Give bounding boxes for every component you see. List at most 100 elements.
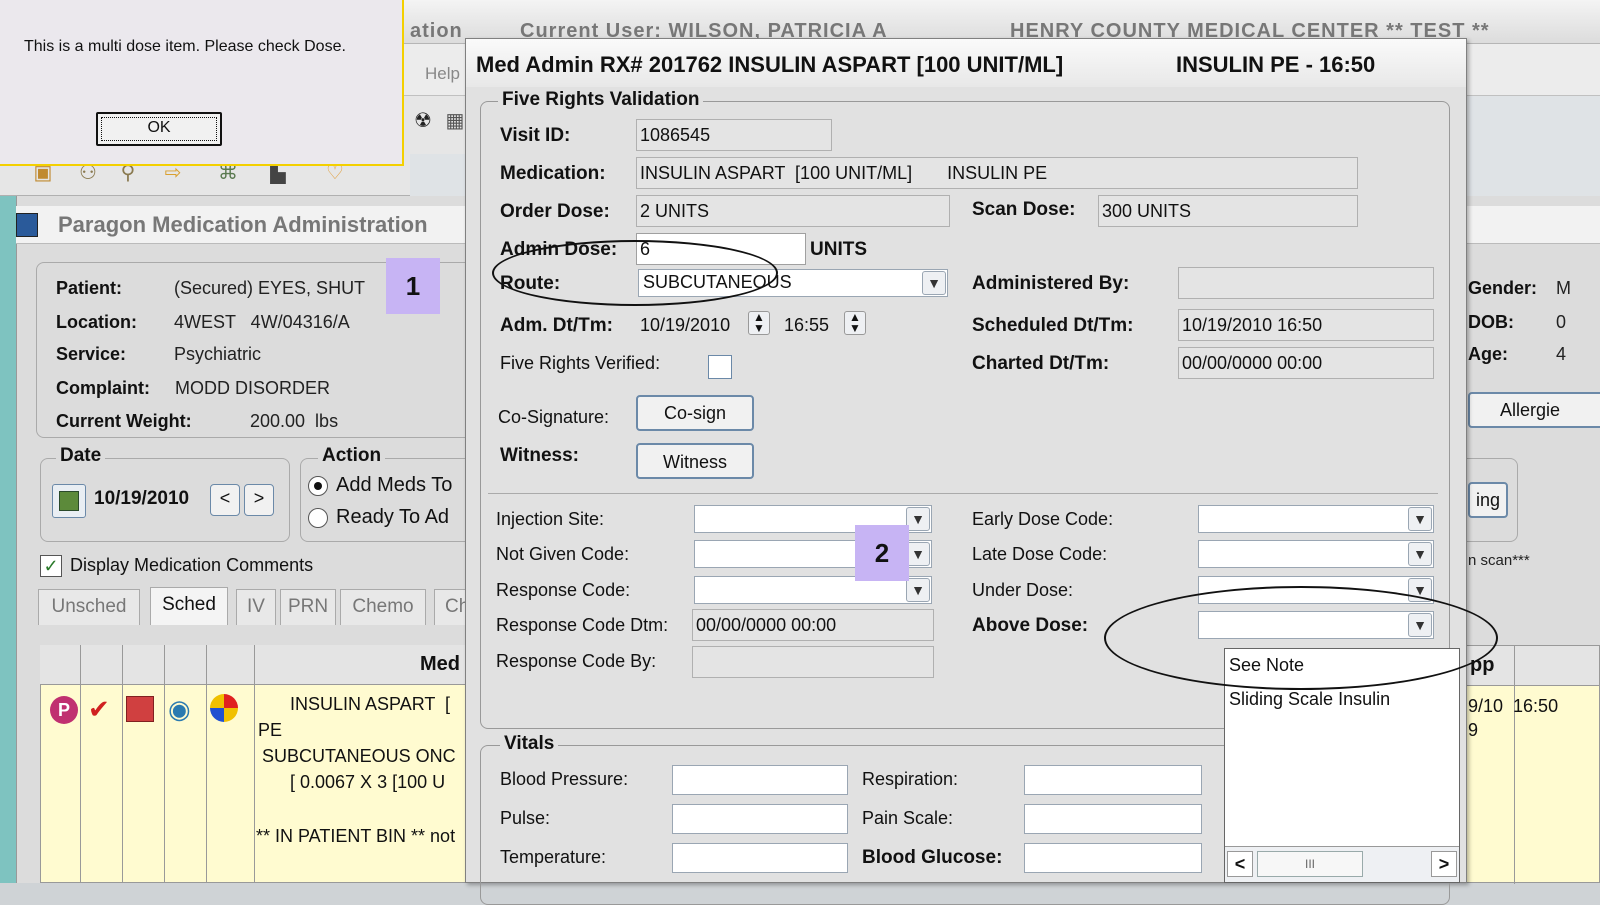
scroll-thumb[interactable]: III bbox=[1257, 851, 1363, 877]
display-comments-label: Display Medication Comments bbox=[70, 555, 314, 575]
tab-iv[interactable]: IV bbox=[236, 589, 276, 625]
pain-scale-label: Pain Scale: bbox=[862, 808, 954, 828]
scan-dose-field: 300 UNITS bbox=[1098, 195, 1358, 227]
temperature-label: Temperature: bbox=[500, 847, 607, 867]
tab-sched[interactable]: Sched bbox=[150, 587, 228, 625]
action-group-title: Action bbox=[318, 445, 386, 467]
grid-col-divider bbox=[80, 645, 81, 883]
chevron-down-icon[interactable]: ▼ bbox=[906, 507, 930, 531]
weight-value: 200.00 lbs bbox=[250, 411, 339, 431]
pill-icon[interactable] bbox=[210, 694, 238, 722]
weight-label: Current Weight: bbox=[56, 411, 192, 431]
prev-date-button[interactable]: < bbox=[210, 484, 240, 516]
scan-dose-label: Scan Dose: bbox=[972, 199, 1076, 220]
date-group-title: Date bbox=[56, 445, 106, 467]
early-dose-code-label: Early Dose Code: bbox=[972, 509, 1114, 529]
pain-scale-input[interactable] bbox=[1024, 804, 1202, 834]
visit-id-field: 1086545 bbox=[636, 119, 832, 151]
age-label: Age: bbox=[1468, 344, 1508, 364]
scroll-left-icon[interactable]: < bbox=[1227, 851, 1253, 877]
location-value: 4WEST 4W/04316/A bbox=[174, 312, 350, 332]
p-icon[interactable]: P bbox=[50, 696, 78, 724]
scroll-right-icon[interactable]: > bbox=[1431, 851, 1457, 877]
witness-label: Witness: bbox=[500, 445, 580, 466]
annotation-marker-1: 1 bbox=[386, 258, 440, 314]
five-rights-title: Five Rights Validation bbox=[498, 89, 704, 111]
administered-by-label: Administered By: bbox=[972, 273, 1130, 294]
service-label: Service: bbox=[56, 344, 127, 364]
allergies-button[interactable]: Allergie bbox=[1468, 392, 1600, 428]
date-value[interactable]: 10/19/2010 bbox=[94, 488, 189, 510]
alert-message: This is a multi dose item. Please check … bbox=[24, 38, 346, 55]
dob-label: DOB: bbox=[1468, 312, 1514, 332]
dialog-title-left: Med Admin RX# 201762 INSULIN ASPART [100… bbox=[476, 52, 1064, 77]
witness-button[interactable]: Witness bbox=[636, 443, 754, 479]
display-comments-checkbox[interactable]: ✓ bbox=[40, 555, 62, 577]
radiation-icon[interactable]: ☢ bbox=[410, 108, 436, 134]
annotation-ellipse-route bbox=[492, 240, 778, 306]
adm-date-spinner[interactable]: ▲ ▼ bbox=[748, 311, 770, 335]
service-value: Psychiatric bbox=[174, 344, 262, 364]
medication-label: Medication: bbox=[500, 163, 606, 184]
medication-field: INSULIN ASPART [100 UNIT/ML] INSULIN PE bbox=[636, 157, 1358, 189]
grid-right-value2: 9 bbox=[1468, 720, 1479, 740]
temperature-input[interactable] bbox=[672, 843, 848, 873]
ready-to-admin-radio[interactable] bbox=[308, 508, 328, 528]
respiration-input[interactable] bbox=[1024, 765, 1202, 795]
checkmark-icon[interactable]: ✔ bbox=[88, 694, 110, 725]
ok-button[interactable]: OK bbox=[96, 112, 222, 146]
chevron-down-icon[interactable]: ▼ bbox=[1408, 542, 1432, 566]
co-sign-button[interactable]: Co-sign bbox=[636, 395, 754, 431]
option-sliding-scale-insulin[interactable]: Sliding Scale Insulin bbox=[1229, 689, 1390, 710]
patient-value: (Secured) EYES, SHUT bbox=[174, 278, 366, 298]
section-divider bbox=[488, 493, 1438, 494]
vitals-title: Vitals bbox=[500, 733, 559, 755]
pulse-input[interactable] bbox=[672, 804, 848, 834]
order-dose-field: 2 UNITS bbox=[636, 195, 950, 227]
grid-row-line3: SUBCUTANEOUS ONC bbox=[262, 746, 456, 766]
order-dose-label: Order Dose: bbox=[500, 201, 610, 222]
blood-glucose-input[interactable] bbox=[1024, 843, 1202, 873]
add-meds-radio[interactable] bbox=[308, 476, 328, 496]
next-date-button[interactable]: > bbox=[244, 484, 274, 516]
tab-prn[interactable]: PRN bbox=[280, 589, 336, 625]
eye-icon[interactable]: ◉ bbox=[168, 694, 191, 725]
chevron-down-icon[interactable]: ▼ bbox=[1408, 507, 1432, 531]
late-dose-code-dropdown[interactable]: ▼ bbox=[1198, 540, 1434, 568]
grid-right-datetime: 9/10 16:50 bbox=[1468, 696, 1559, 716]
document-icon[interactable] bbox=[126, 696, 154, 722]
adm-date-value[interactable]: 10/19/2010 bbox=[640, 315, 730, 336]
inner-window-titlebar-right bbox=[1465, 206, 1600, 244]
patient-label: Patient: bbox=[56, 278, 123, 298]
chevron-down-icon[interactable]: ▼ bbox=[906, 578, 930, 602]
add-meds-label: Add Meds To bbox=[336, 474, 453, 496]
late-dose-code-label: Late Dose Code: bbox=[972, 544, 1108, 564]
chevron-down-icon[interactable]: ▼ bbox=[922, 271, 946, 295]
calendar-icon[interactable] bbox=[52, 484, 86, 518]
annotation-marker-2: 2 bbox=[855, 525, 909, 581]
injection-site-label: Injection Site: bbox=[496, 509, 605, 529]
chevron-down-icon[interactable]: ▼ bbox=[906, 542, 930, 566]
ready-to-admin-label: Ready To Ad bbox=[336, 506, 450, 528]
app-icon bbox=[16, 213, 38, 237]
multi-dose-alert: This is a multi dose item. Please check … bbox=[0, 0, 404, 166]
tab-chemo[interactable]: Chemo bbox=[340, 589, 426, 625]
scheduled-dttm-field: 10/19/2010 16:50 bbox=[1178, 309, 1434, 341]
blood-pressure-input[interactable] bbox=[672, 765, 848, 795]
dob-value: 0 bbox=[1556, 312, 1567, 332]
menu-help[interactable]: Help bbox=[425, 64, 460, 84]
horizontal-scrollbar[interactable]: < III > bbox=[1225, 846, 1459, 882]
adm-time-spinner[interactable]: ▲ ▼ bbox=[844, 311, 866, 335]
inner-window-title: Paragon Medication Administration bbox=[58, 212, 428, 237]
five-rights-verified-checkbox[interactable] bbox=[708, 355, 732, 379]
grid-row-line5: ** IN PATIENT BIN ** not bbox=[256, 826, 456, 846]
admin-dose-unit: UNITS bbox=[810, 239, 867, 260]
early-dose-code-dropdown[interactable]: ▼ bbox=[1198, 505, 1434, 533]
response-code-by-field bbox=[692, 646, 934, 678]
respiration-label: Respiration: bbox=[862, 769, 959, 789]
right-group-box bbox=[1466, 458, 1518, 542]
grid-col-divider bbox=[254, 645, 255, 883]
tab-unsched[interactable]: Unsched bbox=[38, 589, 140, 625]
charted-dttm-label: Charted Dt/Tm: bbox=[972, 353, 1110, 374]
adm-time-value[interactable]: 16:55 bbox=[784, 315, 829, 336]
